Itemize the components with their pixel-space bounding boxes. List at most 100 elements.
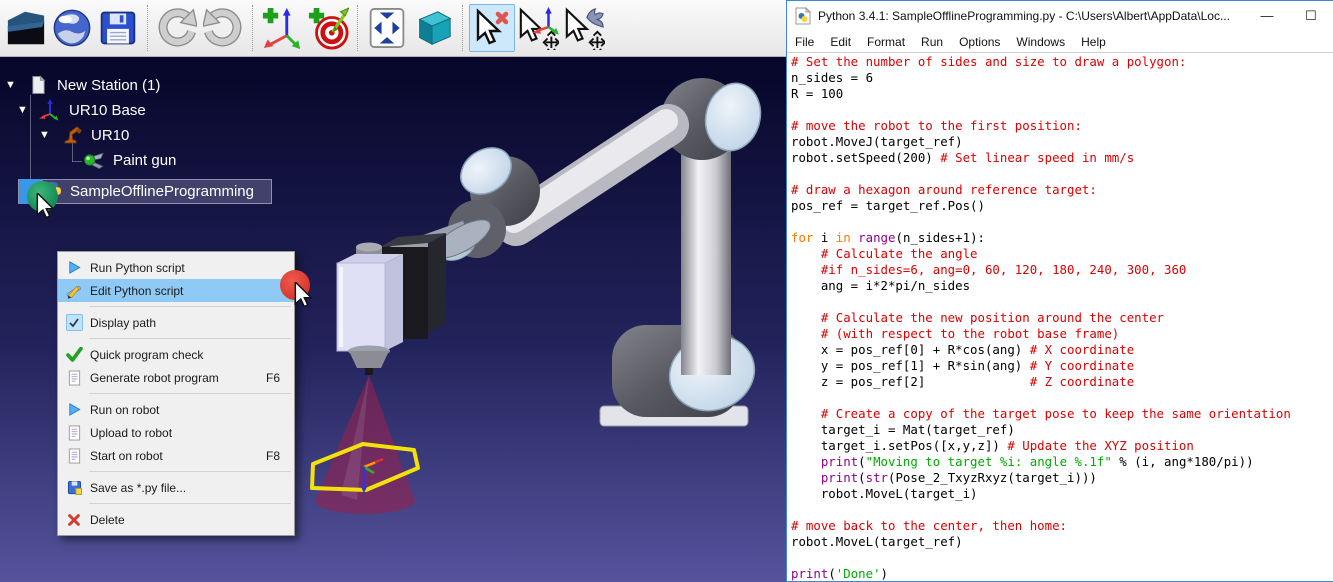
menu-separator (89, 393, 291, 394)
mouse-cursor-menu (294, 282, 314, 308)
move-reference-cursor-icon (517, 6, 559, 50)
menu-item-delete[interactable]: Delete (58, 508, 294, 531)
save-file-icon (58, 480, 90, 495)
code-line (791, 502, 1333, 518)
code-line: # Set the number of sides and size to dr… (791, 54, 1333, 70)
tree-item-label: Paint gun (113, 152, 176, 169)
add-target-button[interactable] (305, 4, 351, 52)
code-line: R = 100 (791, 86, 1333, 102)
menu-item-label: Quick program check (90, 348, 294, 362)
isometric-view-button[interactable] (410, 4, 456, 52)
idle-window: Python 3.4.1: SampleOfflineProgramming.p… (786, 0, 1333, 582)
code-line: # Calculate the angle (791, 246, 1333, 262)
menu-item-save-as-py-file-[interactable]: Save as *.py file... (58, 476, 294, 499)
menu-item-label: Edit Python script (90, 284, 294, 298)
idle-menu-windows[interactable]: Windows (1008, 35, 1073, 49)
tree-expander[interactable] (61, 153, 75, 167)
code-line: z = pos_ref[2] # Z coordinate (791, 374, 1333, 390)
menu-item-display-path[interactable]: Display path (58, 311, 294, 334)
mouse-cursor-tree (36, 193, 56, 219)
menu-item-label: Display path (90, 316, 294, 330)
code-line: for i in range(n_sides+1): (791, 230, 1333, 246)
station-icon (27, 74, 49, 96)
add-target-icon (307, 6, 349, 50)
tree-item-new-station-1-[interactable]: ▼New Station (1) (0, 73, 160, 97)
add-reference-frame-icon (261, 6, 303, 50)
menu-item-generate-robot-program[interactable]: Generate robot programF6 (58, 366, 294, 389)
move-reference-tool-button[interactable] (515, 4, 561, 52)
fit-all-icon (367, 7, 407, 49)
edit-icon (58, 283, 90, 299)
robot-icon (61, 124, 83, 146)
globe-icon (51, 8, 93, 48)
robodk-toolbar (0, 0, 786, 57)
python-file-icon (795, 7, 811, 25)
tree-item-label: UR10 (91, 127, 129, 144)
tree-expander[interactable]: ▼ (17, 103, 31, 117)
idle-menu-format[interactable]: Format (859, 35, 913, 49)
context-menu: Run Python script Edit Python script Displ… (57, 251, 295, 536)
code-line: print("Moving to target %i: angle %.1f" … (791, 454, 1333, 470)
run-icon (58, 260, 90, 275)
menu-item-start-on-robot[interactable]: Start on robotF8 (58, 444, 294, 467)
minimize-button[interactable]: — (1245, 2, 1289, 30)
select-tool-button[interactable] (469, 4, 515, 52)
menu-item-run-python-script[interactable]: Run Python script (58, 256, 294, 279)
idle-menu-help[interactable]: Help (1073, 35, 1114, 49)
idle-menu-edit[interactable]: Edit (822, 35, 859, 49)
document-icon (58, 370, 90, 386)
save-icon (98, 9, 138, 47)
idle-menubar: FileEditFormatRunOptionsWindowsHelp (787, 31, 1333, 53)
idle-menu-run[interactable]: Run (913, 35, 951, 49)
tree-item-ur10[interactable]: ▼ UR10 (0, 123, 129, 147)
tree-expander[interactable]: ▼ (5, 78, 19, 92)
code-line (791, 294, 1333, 310)
move-tool-cursor-button[interactable] (561, 4, 607, 52)
3d-viewport[interactable]: ▼New Station (1)▼UR10 Base▼UR10Paint gun… (0, 57, 786, 582)
menu-item-label: Run on robot (90, 403, 294, 417)
tree-item-label: SampleOfflineProgramming (70, 183, 254, 200)
code-line: print(str(Pose_2_TxyzRxyz(target_i))) (791, 470, 1333, 486)
delete-icon (58, 513, 90, 527)
open-folder-icon (5, 8, 47, 48)
code-line: robot.MoveL(target_i) (791, 486, 1333, 502)
frame-icon (39, 99, 61, 121)
menu-item-quick-program-check[interactable]: Quick program check (58, 343, 294, 366)
add-reference-frame-button[interactable] (259, 4, 305, 52)
tree-item-paint-gun[interactable]: Paint gun (0, 148, 176, 172)
menu-item-label: Delete (90, 513, 294, 527)
select-cursor-icon (472, 7, 512, 49)
menu-item-shortcut: F6 (266, 371, 294, 385)
menu-item-label: Run Python script (90, 261, 294, 275)
menu-item-label: Generate robot program (90, 371, 266, 385)
menu-item-upload-to-robot[interactable]: Upload to robot (58, 421, 294, 444)
code-line: target_i.setPos([x,y,z]) # Update the XY… (791, 438, 1333, 454)
toolbar-separator (357, 5, 358, 51)
browser-button[interactable] (49, 4, 95, 52)
open-button[interactable] (3, 4, 49, 52)
menu-item-label: Upload to robot (90, 426, 294, 440)
document-icon (58, 448, 90, 464)
code-line: y = pos_ref[1] + R*sin(ang) # Y coordina… (791, 358, 1333, 374)
app: ▼New Station (1)▼UR10 Base▼UR10Paint gun… (0, 0, 1333, 582)
menu-item-edit-python-script[interactable]: Edit Python script (58, 279, 294, 302)
tree-expander[interactable]: ▼ (39, 128, 53, 142)
undo-button[interactable] (154, 4, 200, 52)
fit-all-button[interactable] (364, 4, 410, 52)
idle-menu-file[interactable]: File (787, 35, 822, 49)
menu-separator (89, 471, 291, 472)
menu-item-shortcut: F8 (266, 449, 294, 463)
idle-menu-options[interactable]: Options (951, 35, 1008, 49)
menu-item-run-on-robot[interactable]: Run on robot (58, 398, 294, 421)
maximize-button[interactable]: ☐ (1289, 2, 1333, 30)
code-line: robot.setSpeed(200) # Set linear speed i… (791, 150, 1333, 166)
code-editor[interactable]: # Set the number of sides and size to dr… (788, 54, 1333, 581)
toolbar-separator (252, 5, 253, 51)
idle-titlebar[interactable]: Python 3.4.1: SampleOfflineProgramming.p… (787, 1, 1333, 31)
tree-item-ur10-base[interactable]: ▼ UR10 Base (0, 98, 146, 122)
tree-item-label: UR10 Base (69, 102, 146, 119)
redo-button[interactable] (200, 4, 246, 52)
run-icon (58, 402, 90, 417)
save-button[interactable] (95, 4, 141, 52)
menu-separator (89, 503, 291, 504)
